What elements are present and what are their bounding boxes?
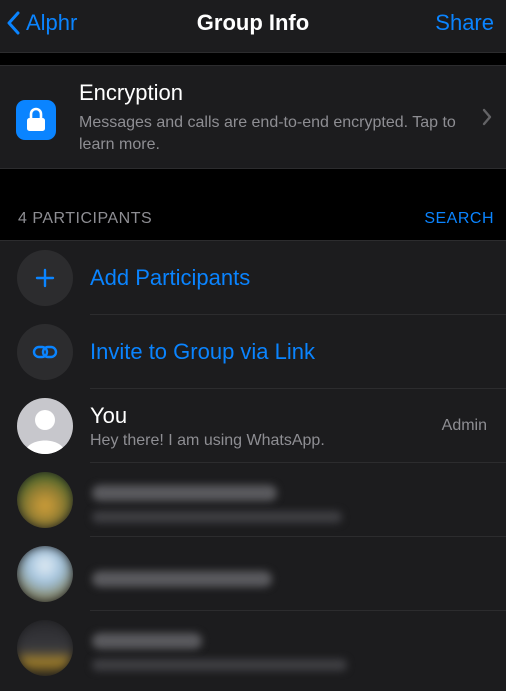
- participants-count: 4 PARTICIPANTS: [18, 210, 153, 227]
- participant-status: Hey there! I am using WhatsApp.: [90, 432, 325, 449]
- navigation-bar: Alphr Group Info Share: [0, 0, 506, 53]
- participant-name: You: [90, 403, 128, 428]
- redacted-name: [92, 633, 202, 649]
- person-icon: [25, 410, 65, 454]
- section-spacer: [0, 53, 506, 65]
- add-participants-row[interactable]: Add Participants: [0, 241, 506, 315]
- redacted-name: [92, 485, 277, 501]
- encryption-title: Encryption: [79, 80, 183, 105]
- participant-row-redacted[interactable]: [0, 463, 506, 537]
- link-icon: [17, 324, 73, 380]
- participants-header: 4 PARTICIPANTS SEARCH: [0, 200, 506, 240]
- invite-link-label: Invite to Group via Link: [90, 339, 316, 364]
- participant-row-redacted[interactable]: [0, 611, 506, 685]
- participants-list: Add Participants Invite to Group via Lin…: [0, 240, 506, 691]
- redacted-name: [92, 571, 272, 587]
- add-participants-label: Add Participants: [90, 265, 251, 290]
- page-title: Group Info: [196, 10, 310, 35]
- participant-row-you[interactable]: You Hey there! I am using WhatsApp. Admi…: [0, 389, 506, 463]
- avatar: [17, 472, 73, 528]
- encryption-description: Messages and calls are end-to-end encryp…: [79, 114, 456, 153]
- admin-badge: Admin: [441, 417, 487, 434]
- search-participants-button[interactable]: SEARCH: [424, 210, 494, 228]
- avatar: [17, 546, 73, 602]
- redacted-status: [92, 659, 347, 671]
- share-button[interactable]: Share: [435, 8, 494, 38]
- redacted-status: [92, 511, 342, 523]
- encryption-cell[interactable]: Encryption Messages and calls are end-to…: [0, 65, 506, 169]
- lock-icon: [16, 100, 56, 140]
- plus-icon: [17, 250, 73, 306]
- avatar: [17, 398, 73, 454]
- chevron-right-icon: [482, 108, 492, 126]
- avatar: [17, 620, 73, 676]
- invite-link-row[interactable]: Invite to Group via Link: [0, 315, 506, 389]
- participant-row-redacted[interactable]: [0, 537, 506, 611]
